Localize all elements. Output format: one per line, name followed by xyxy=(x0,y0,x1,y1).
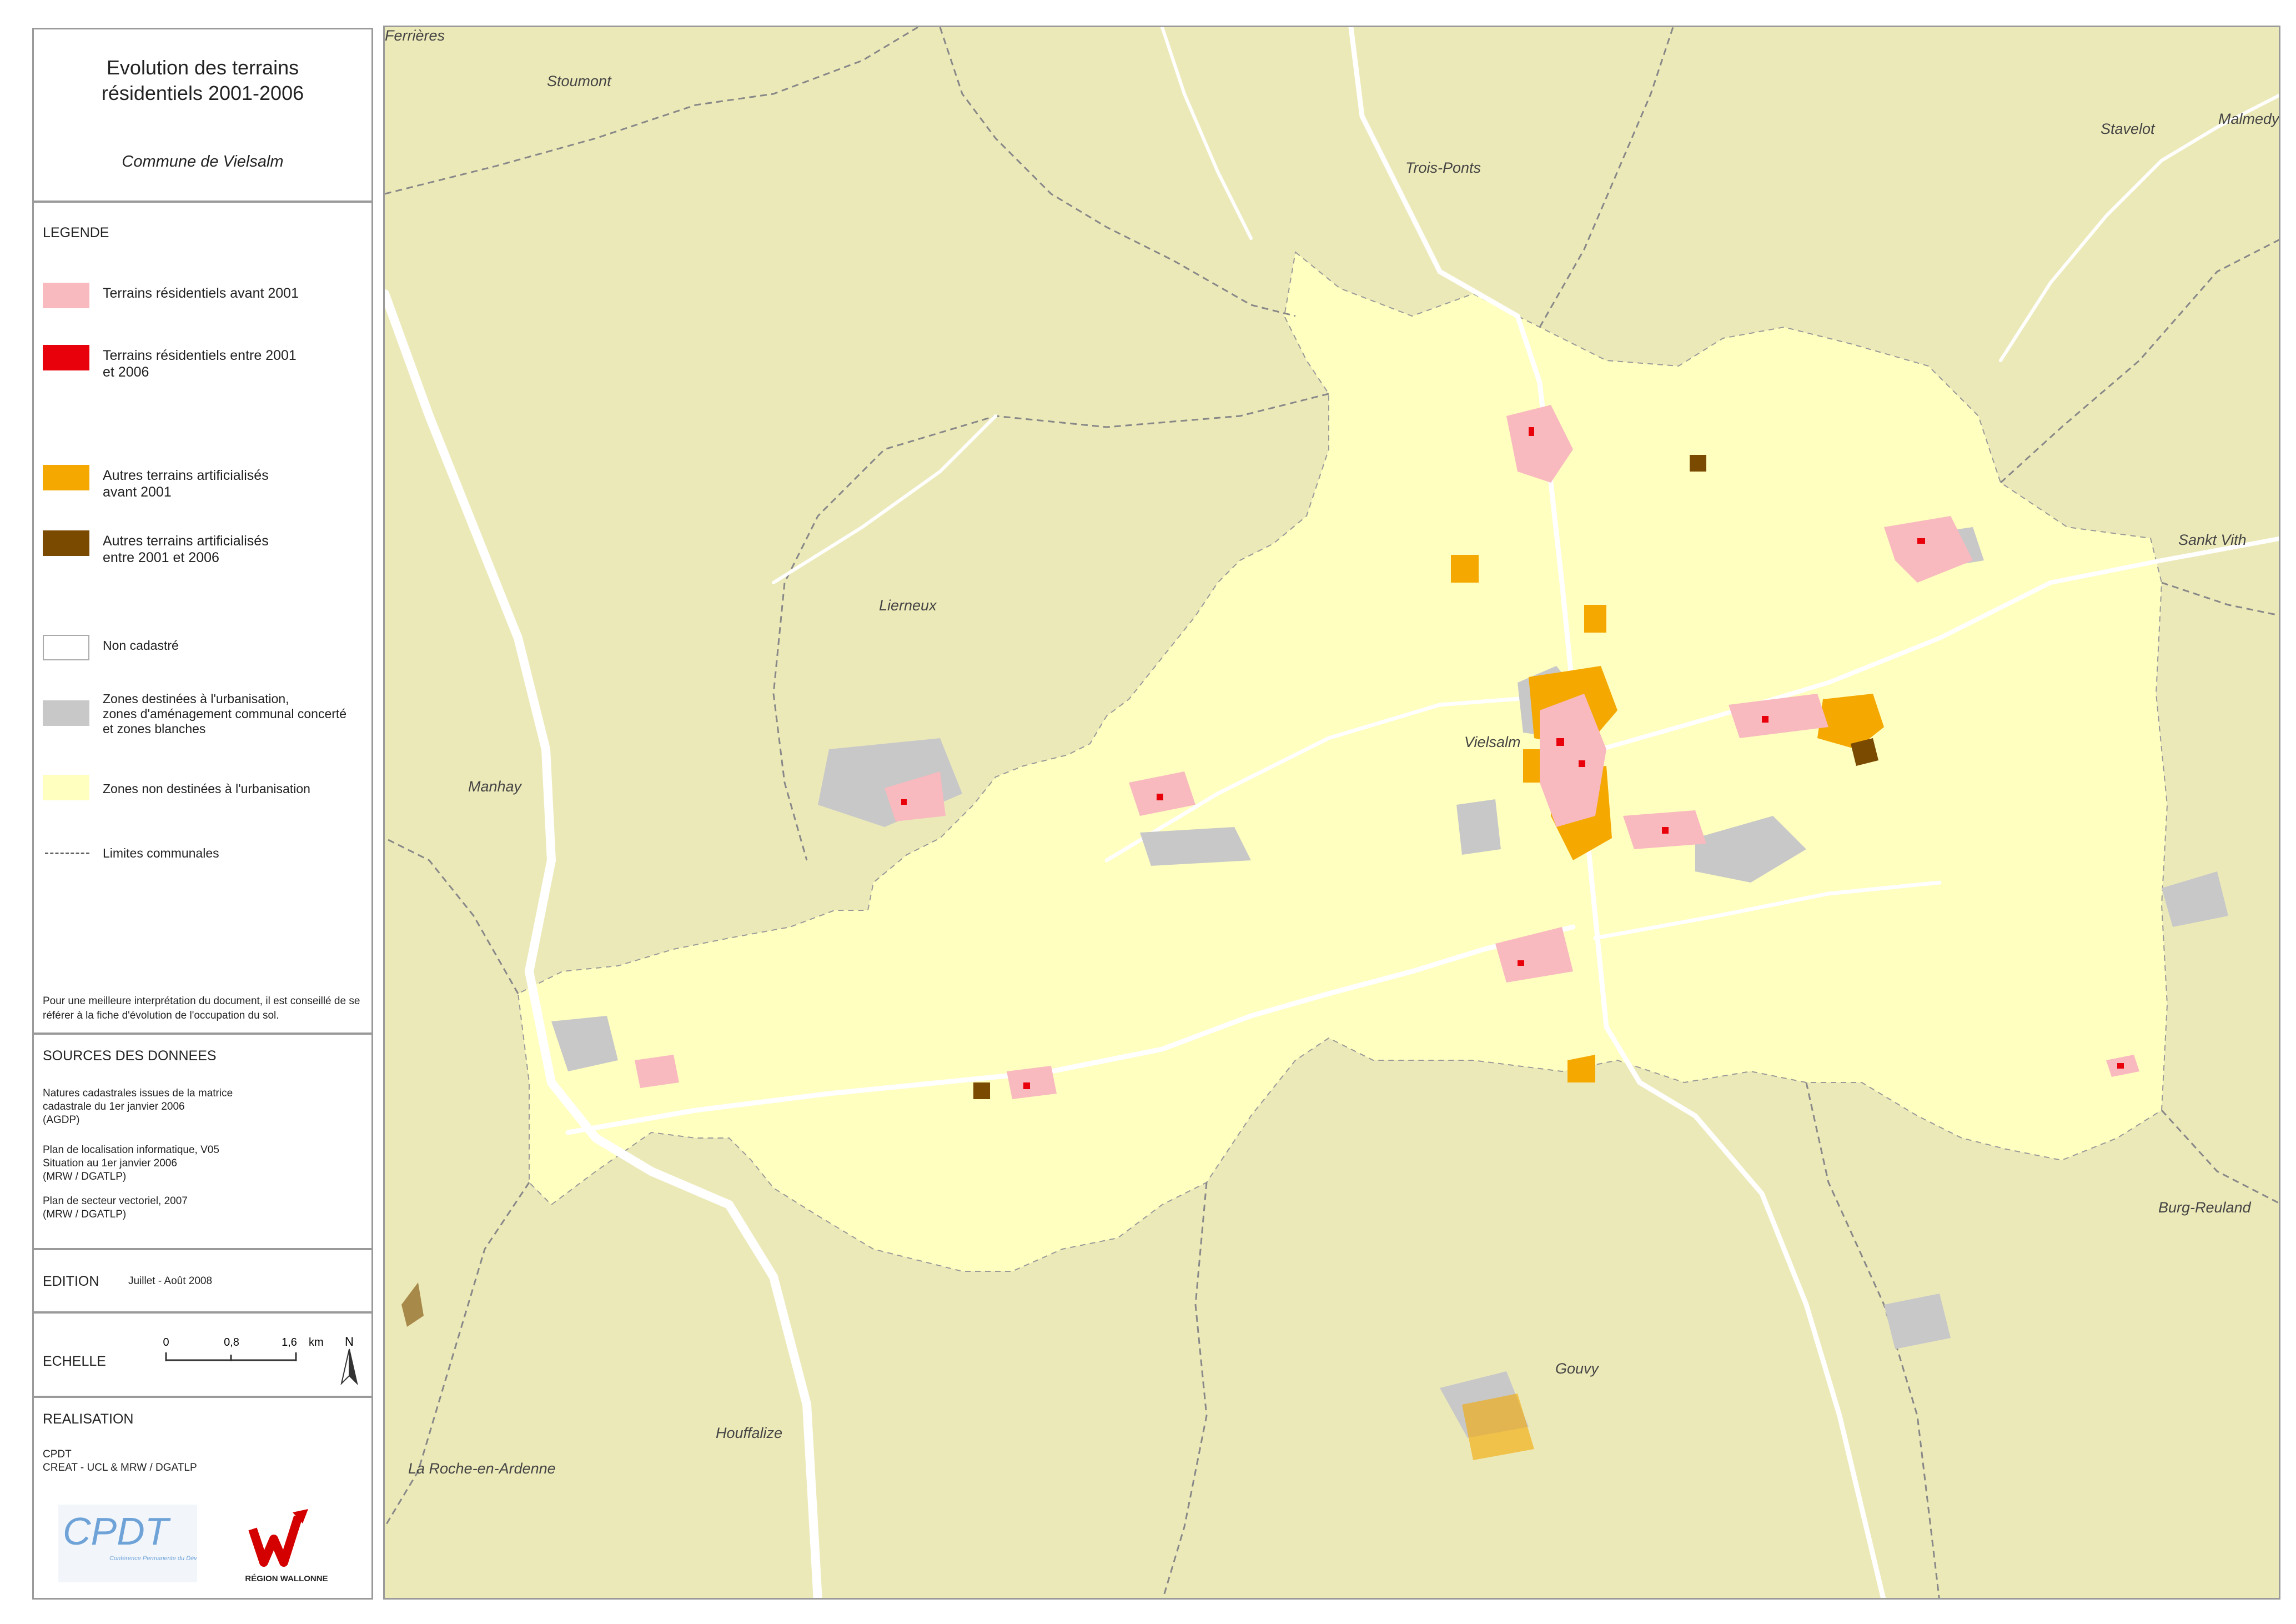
place-houffalize: Houffalize xyxy=(716,1425,783,1441)
realisation-org: CPDT xyxy=(43,1448,72,1460)
legend-item-artificial-old: Autres terrains artificialisés avant 200… xyxy=(43,465,269,500)
map-canvas xyxy=(385,27,2279,1598)
scale-tick-0: 0 xyxy=(163,1336,169,1349)
place-malmedy: Malmedy xyxy=(2218,111,2279,127)
realisation-panel: REALISATION CPDT CREAT - UCL & MRW / DGA… xyxy=(32,1396,373,1600)
realisation-heading: REALISATION xyxy=(43,1411,134,1427)
legend-label: Terrains résidentiels entre 2001 et 2006 xyxy=(103,348,297,380)
cpdt-logo-subtitle: Conférence Permanente du Développement T… xyxy=(109,1555,197,1562)
place-ferrieres: Ferrières xyxy=(385,27,445,44)
scale-heading: ECHELLE xyxy=(43,1354,106,1369)
swatch-artificial-new xyxy=(43,530,89,556)
legend-panel: LEGENDE Terrains résidentiels avant 2001… xyxy=(32,201,373,1034)
source-cadastre: Natures cadastrales issues de la matrice… xyxy=(43,1087,233,1126)
legend-item-boundaries: Limites communales xyxy=(43,840,219,866)
source-secteur: Plan de secteur vectoriel, 2007 (MRW / D… xyxy=(43,1195,188,1220)
north-arrow-icon xyxy=(340,1349,358,1386)
scale-unit: km xyxy=(309,1336,324,1349)
place-trois-ponts: Trois-Ponts xyxy=(1405,159,1481,176)
map-frame: Ferrières Stoumont Trois-Ponts Stavelot … xyxy=(383,26,2280,1600)
region-wallonne-logo: RÉGION WALLONNE xyxy=(245,1509,328,1583)
commune-name: Commune de Vielsalm xyxy=(122,153,284,171)
scale-panel: ECHELLE 0 0,8 1,6 km N xyxy=(32,1312,373,1397)
place-stoumont: Stoumont xyxy=(547,73,611,89)
source-localisation: Plan de localisation informatique, V05 S… xyxy=(43,1144,219,1182)
edition-panel: EDITION Juillet - Août 2008 xyxy=(32,1249,373,1313)
legend-note: Pour une meilleure interprétation du doc… xyxy=(43,995,360,1021)
scale-tick-2: 1,6 xyxy=(282,1336,297,1349)
legend-item-non-cadastre: Non cadastré xyxy=(43,635,179,660)
north-label: N xyxy=(345,1335,354,1349)
title-panel: Evolution des terrains résidentiels 2001… xyxy=(32,28,373,202)
place-burg-reuland: Burg-Reuland xyxy=(2158,1199,2251,1216)
legend-label: Zones destinées à l'urbanisation, zones … xyxy=(103,691,347,736)
title-line-1: Evolution des terrains xyxy=(106,56,299,79)
legend-item-artificial-new: Autres terrains artificialisés entre 200… xyxy=(43,530,269,566)
legend-item-non-urbanisable: Zones non destinées à l'urbanisation xyxy=(43,775,310,800)
realisation-partners: CREAT - UCL & MRW / DGATLP xyxy=(43,1462,197,1473)
region-wallonne-text: RÉGION WALLONNE xyxy=(245,1574,328,1583)
cpdt-logo-text: CPDT xyxy=(63,1510,171,1553)
legend-item-residential-old: Terrains résidentiels avant 2001 xyxy=(43,283,299,308)
place-sankt-vith: Sankt Vith xyxy=(2178,532,2247,548)
swatch-non-urbanisable xyxy=(43,775,89,800)
legend-item-residential-new: Terrains résidentiels entre 2001 et 2006 xyxy=(43,345,297,380)
place-vielsalm: Vielsalm xyxy=(1464,734,1521,750)
legend-label: Autres terrains artificialisés avant 200… xyxy=(103,468,269,500)
legend-label: Terrains résidentiels avant 2001 xyxy=(103,285,299,301)
swatch-residential-old xyxy=(43,283,89,308)
map-title: Evolution des terrains résidentiels 2001… xyxy=(34,55,371,106)
legend-label: Non cadastré xyxy=(103,638,179,653)
swatch-artificial-old xyxy=(43,465,89,490)
swatch-urbanisable xyxy=(43,700,89,726)
edition-heading: EDITION xyxy=(43,1274,99,1289)
sources-panel: SOURCES DES DONNEES Natures cadastrales … xyxy=(32,1033,373,1250)
place-stavelot: Stavelot xyxy=(2101,121,2155,137)
scale-tick-1: 0,8 xyxy=(224,1336,239,1349)
place-manhay: Manhay xyxy=(468,778,522,795)
legend-label: Limites communales xyxy=(103,846,219,860)
place-lierneux: Lierneux xyxy=(879,597,937,614)
legend-item-urbanisable: Zones destinées à l'urbanisation, zones … xyxy=(43,689,346,736)
swatch-boundary-line xyxy=(43,840,89,866)
place-la-roche-en-ardenne: La Roche-en-Ardenne xyxy=(408,1460,556,1477)
sources-heading: SOURCES DES DONNEES xyxy=(43,1048,217,1064)
swatch-non-cadastre xyxy=(43,635,89,660)
place-gouvy: Gouvy xyxy=(1555,1360,1599,1377)
scale-bar: 0 0,8 1,6 km N xyxy=(163,1335,358,1386)
title-line-2: résidentiels 2001-2006 xyxy=(101,82,304,104)
cpdt-logo: CPDT Conférence Permanente du Développem… xyxy=(58,1505,197,1582)
legend-label: Zones non destinées à l'urbanisation xyxy=(103,781,310,796)
legend-heading: LEGENDE xyxy=(43,225,109,240)
legend-label: Autres terrains artificialisés entre 200… xyxy=(103,533,269,565)
swatch-residential-new xyxy=(43,345,89,370)
